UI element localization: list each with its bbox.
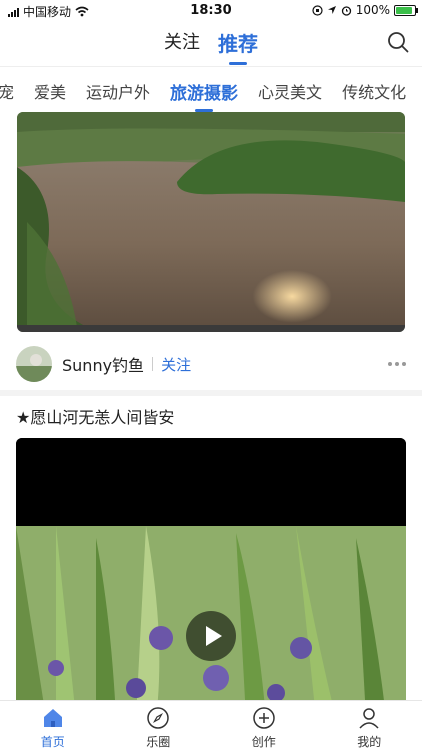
tab-follow[interactable]: 关注: [164, 28, 200, 63]
tab-label: 我的: [357, 733, 381, 750]
feed: Sunny钓鱼 关注 ★愿山河无恙人间皆安: [0, 112, 422, 700]
tab-profile[interactable]: 我的: [317, 701, 422, 751]
author-name[interactable]: Sunny钓鱼: [62, 352, 144, 376]
post-title[interactable]: ★愿山河无恙人间皆安: [16, 404, 174, 428]
avatar[interactable]: [16, 346, 52, 382]
video-frame-river: [17, 112, 405, 332]
play-icon: [186, 611, 236, 661]
location-icon: [327, 5, 337, 15]
tab-home[interactable]: 首页: [0, 701, 106, 751]
compass-icon: [146, 706, 170, 730]
video-player[interactable]: [17, 112, 405, 332]
play-button[interactable]: [186, 611, 236, 661]
category-outdoor[interactable]: 运动户外: [86, 79, 150, 104]
follow-button[interactable]: 关注: [161, 354, 191, 375]
category-beauty[interactable]: 爱美: [34, 79, 66, 104]
tab-label: 创作: [252, 733, 276, 750]
tab-create[interactable]: 创作: [211, 701, 317, 751]
alarm-icon: [341, 5, 352, 16]
top-nav: 关注 推荐: [0, 22, 422, 66]
category-essays[interactable]: 心灵美文: [258, 79, 322, 104]
category-bar: 萌宠 爱美 运动户外 旅游摄影 心灵美文 传统文化: [0, 66, 422, 113]
battery-percent: 100%: [356, 3, 390, 17]
divider: [152, 357, 153, 371]
tab-label: 首页: [41, 733, 65, 750]
tab-label: 乐圈: [146, 733, 170, 750]
search-icon[interactable]: [386, 30, 410, 54]
home-icon: [41, 706, 65, 730]
top-tabs: 关注 推荐: [0, 28, 422, 63]
category-pets[interactable]: 萌宠: [0, 79, 14, 104]
category-row: 萌宠 爱美 运动户外 旅游摄影 心灵美文 传统文化: [0, 79, 406, 104]
category-culture[interactable]: 传统文化: [342, 79, 406, 104]
tab-recommend[interactable]: 推荐: [218, 28, 258, 63]
section-divider: [0, 390, 422, 396]
plus-circle-icon: [252, 706, 276, 730]
status-right: 100%: [312, 3, 416, 17]
profile-icon: [357, 706, 381, 730]
category-travel-photo[interactable]: 旅游摄影: [170, 79, 238, 104]
video-player[interactable]: [16, 438, 406, 700]
more-icon[interactable]: [388, 362, 406, 366]
bottom-tab-bar: 首页 乐圈 创作 我的: [0, 700, 422, 751]
rotation-lock-icon: [312, 5, 323, 16]
author-row: Sunny钓鱼 关注: [16, 344, 406, 384]
tab-circle[interactable]: 乐圈: [106, 701, 212, 751]
battery-icon: [394, 5, 416, 16]
status-bar: 中国移动 18:30 100%: [0, 0, 422, 22]
